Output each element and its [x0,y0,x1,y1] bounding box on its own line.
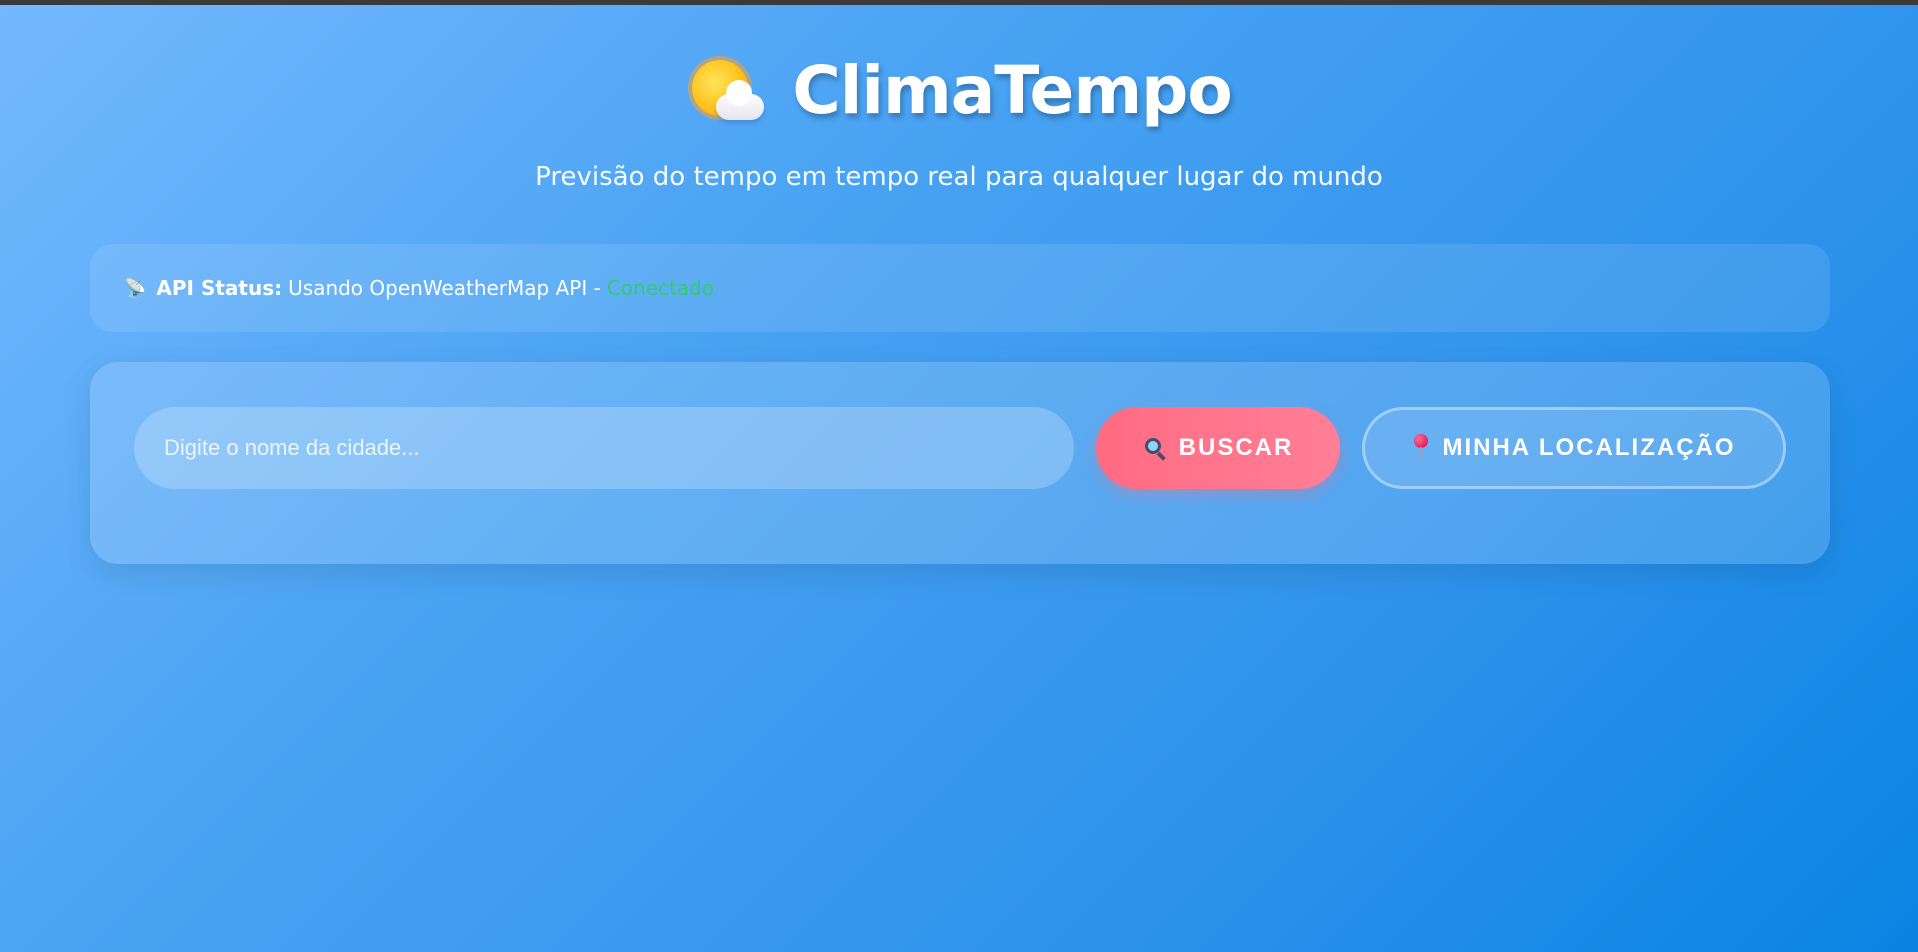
magnifying-glass-icon [1143,436,1167,461]
browser-top-bar [0,0,1918,5]
api-status-panel: 📡 API Status: Usando OpenWeatherMap API … [90,244,1830,332]
api-status-label: API Status: [156,276,283,300]
city-search-input[interactable] [134,407,1074,489]
sun-behind-cloud-icon [686,50,766,130]
api-connection-state: Conectado [606,276,715,300]
cloud-shape [716,80,765,120]
search-button-label: BUSCAR [1178,434,1294,461]
app-header: ClimaTempo Previsão do tempo em tempo re… [0,40,1918,193]
satellite-antenna-icon: 📡 [124,277,147,299]
app-subtitle: Previsão do tempo em tempo real para qua… [535,162,1383,192]
api-status-text: Usando OpenWeatherMap API - [288,276,601,300]
round-pushpin-icon [1412,434,1430,462]
my-location-button[interactable]: MINHA LOCALIZAÇÃO [1362,407,1786,489]
title-row: ClimaTempo [0,40,1918,140]
my-location-button-label: MINHA LOCALIZAÇÃO [1442,434,1736,461]
search-panel: BUSCAR MINHA LOCALIZAÇÃO [90,362,1830,564]
app-title: ClimaTempo [792,51,1232,129]
search-button[interactable]: BUSCAR [1096,407,1340,489]
